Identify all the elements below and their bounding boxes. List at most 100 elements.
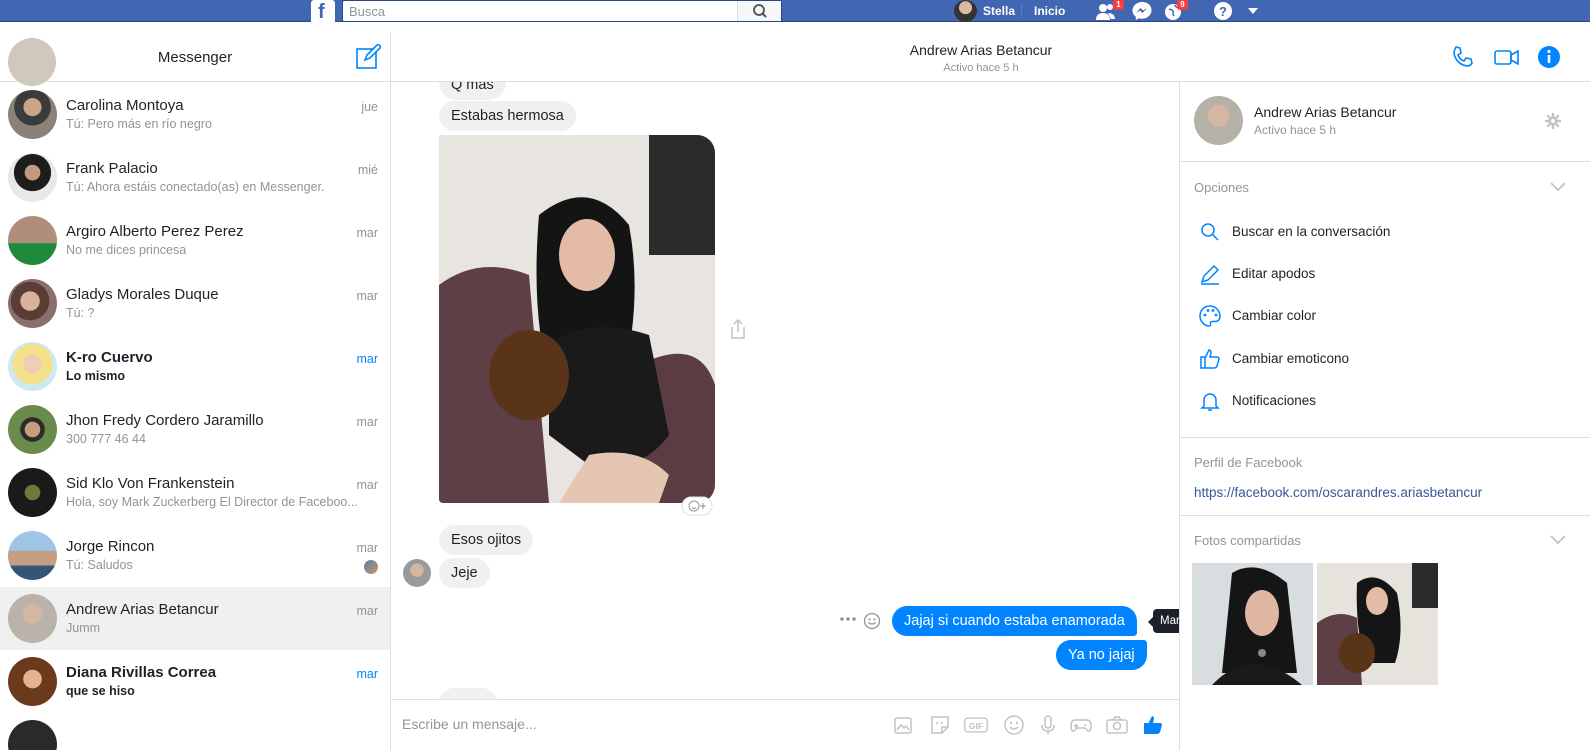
- conversation-details-panel: Andrew Arias Betancur Activo hace 5 h Op…: [1179, 82, 1590, 750]
- conversation-sidebar: Messenger Carolina Montoya Tú: Pero más …: [0, 33, 391, 750]
- shared-photos-title[interactable]: Fotos compartidas: [1194, 533, 1301, 548]
- bell-icon: [1200, 393, 1220, 411]
- option-change-emoji[interactable]: Cambiar emoticono: [1194, 344, 1554, 374]
- microphone-icon[interactable]: [1036, 713, 1060, 737]
- thumbs-up-icon[interactable]: [1141, 713, 1165, 737]
- conversation-item[interactable]: Carolina Montoya Tú: Pero más en río neg…: [0, 83, 390, 146]
- chevron-down-icon[interactable]: [1550, 182, 1566, 192]
- conversation-time: mar: [356, 604, 378, 618]
- options-title[interactable]: Opciones: [1194, 180, 1249, 195]
- conversation-item[interactable]: K-ro Cuervo Lo mismo mar: [0, 335, 390, 398]
- conversation-item[interactable]: Jhon Fredy Cordero Jaramillo 300 777 46 …: [0, 398, 390, 461]
- photo-image: [1192, 563, 1313, 685]
- facebook-profile-link[interactable]: https://facebook.com/oscarandres.ariasbe…: [1194, 485, 1482, 500]
- avatar: [8, 657, 57, 706]
- avatar: [8, 594, 57, 643]
- option-change-color[interactable]: Cambiar color: [1194, 301, 1554, 331]
- conversation-time: mar: [356, 415, 378, 429]
- friend-requests-badge: 1: [1113, 0, 1124, 10]
- conversation-snippet: Tú: Pero más en río negro: [66, 117, 212, 131]
- conversation-time: mar: [356, 667, 378, 681]
- conversation-item[interactable]: Gladys Morales Duque Tú: ? mar: [0, 272, 390, 335]
- chat-header: Andrew Arias Betancur Activo hace 5 h: [391, 33, 1590, 82]
- facebook-logo[interactable]: f: [311, 0, 335, 23]
- option-label: Cambiar emoticono: [1232, 351, 1350, 366]
- option-label: Cambiar color: [1232, 308, 1317, 323]
- account-menu-button[interactable]: [1243, 1, 1265, 21]
- add-photo-icon[interactable]: [891, 713, 915, 737]
- conversation-time: mar: [356, 541, 378, 555]
- conversation-item[interactable]: Frank Palacio Tú: Ahora estáis conectado…: [0, 146, 390, 209]
- conversation-snippet: que se hiso: [66, 684, 135, 698]
- settings-gear-icon[interactable]: [1544, 112, 1562, 130]
- react-emoji-icon[interactable]: [863, 612, 881, 630]
- avatar: [8, 153, 57, 202]
- message-thread: Q más Estabas hermosa Esos ojitos Jeje J…: [391, 82, 1179, 699]
- conversation-item[interactable]: Sid Klo Von Frankenstein Hola, soy Mark …: [0, 461, 390, 524]
- profile-section-title: Perfil de Facebook: [1194, 455, 1303, 470]
- photo-image: [1317, 563, 1438, 685]
- conversation-snippet: Hola, soy Mark Zuckerberg El Director de…: [66, 495, 358, 509]
- option-search-conversation[interactable]: Buscar en la conversación: [1194, 217, 1554, 247]
- add-reaction-icon[interactable]: [681, 496, 713, 516]
- friend-requests-button[interactable]: 1: [1095, 0, 1124, 21]
- shared-photo-message[interactable]: [439, 135, 715, 503]
- user-avatar[interactable]: [954, 0, 977, 22]
- options-section: Opciones Buscar en la conversación Edita…: [1180, 162, 1590, 438]
- message-bubble[interactable]: Estabas hermosa: [439, 101, 576, 131]
- compose-icon[interactable]: [355, 44, 381, 70]
- emoji-icon[interactable]: [1002, 713, 1026, 737]
- share-icon[interactable]: [728, 318, 748, 340]
- sent-message-bubble[interactable]: Ya no jajaj: [1056, 640, 1147, 670]
- chat-contact-status: Activo hace 5 h: [943, 62, 1019, 74]
- conversation-name: Jhon Fredy Cordero Jaramillo: [66, 412, 264, 429]
- seen-indicator-avatar: [364, 560, 378, 574]
- phone-icon[interactable]: [1450, 44, 1476, 70]
- conversation-name: Carolina Montoya: [66, 97, 184, 114]
- camera-icon[interactable]: [1105, 713, 1129, 737]
- sent-message-bubble[interactable]: Jajaj si cuando estaba enamorada: [892, 606, 1137, 636]
- more-options-icon[interactable]: [839, 615, 857, 623]
- message-bubble[interactable]: Q más: [439, 82, 506, 100]
- notifications-button[interactable]: 9: [1163, 0, 1188, 21]
- search-button[interactable]: [737, 1, 781, 21]
- search-input[interactable]: [343, 1, 733, 21]
- avatar: [8, 720, 57, 750]
- palette-icon: [1199, 305, 1221, 327]
- conversation-snippet: 300 777 46 44: [66, 432, 146, 446]
- chevron-down-icon[interactable]: [1550, 535, 1566, 545]
- home-link[interactable]: Inicio: [1034, 4, 1065, 18]
- gif-icon[interactable]: GIF: [964, 713, 988, 737]
- option-edit-nicknames[interactable]: Editar apodos: [1194, 259, 1554, 289]
- contact-name[interactable]: Andrew Arias Betancur: [1254, 104, 1396, 120]
- option-notifications[interactable]: Notificaciones: [1194, 386, 1554, 416]
- conversation-item[interactable]: Andrew Arias Betancur Jumm mar: [0, 587, 390, 650]
- caret-down-icon: [1248, 8, 1258, 14]
- conversation-time: jue: [361, 100, 378, 114]
- avatar: [8, 279, 57, 328]
- conversation-item[interactable]: [0, 713, 390, 750]
- conversation-item[interactable]: Argiro Alberto Perez Perez No me dices p…: [0, 209, 390, 272]
- game-controller-icon[interactable]: [1069, 713, 1093, 737]
- profile-link[interactable]: Stella: [983, 4, 1015, 18]
- contact-avatar[interactable]: [1194, 96, 1243, 145]
- message-bubble[interactable]: Jeje: [439, 558, 490, 588]
- conversation-name: K-ro Cuervo: [66, 349, 153, 366]
- info-icon[interactable]: [1536, 44, 1562, 70]
- conversation-time: mié: [357, 163, 378, 177]
- message-bubble[interactable]: Esos ojitos: [439, 525, 534, 555]
- sticker-icon[interactable]: [928, 713, 952, 737]
- avatar: [8, 90, 57, 139]
- facebook-profile-section: Perfil de Facebook https://facebook.com/…: [1180, 438, 1590, 516]
- shared-photo-thumbnail[interactable]: [1317, 563, 1438, 685]
- conversation-item[interactable]: Diana Rivillas Correa que se hiso mar: [0, 650, 390, 713]
- chat-contact-name[interactable]: Andrew Arias Betancur: [391, 42, 1571, 58]
- help-button[interactable]: ?: [1212, 1, 1234, 21]
- video-camera-icon[interactable]: [1494, 44, 1520, 70]
- message-input[interactable]: [402, 716, 872, 732]
- conversation-item[interactable]: Jorge Rincon Tú: Saludos mar: [0, 524, 390, 587]
- messages-button[interactable]: [1131, 1, 1153, 21]
- conversation-snippet: Tú: Ahora estáis conectado(as) en Messen…: [66, 180, 325, 194]
- message-bubble-partial: [439, 688, 497, 699]
- shared-photo-thumbnail[interactable]: [1192, 563, 1313, 685]
